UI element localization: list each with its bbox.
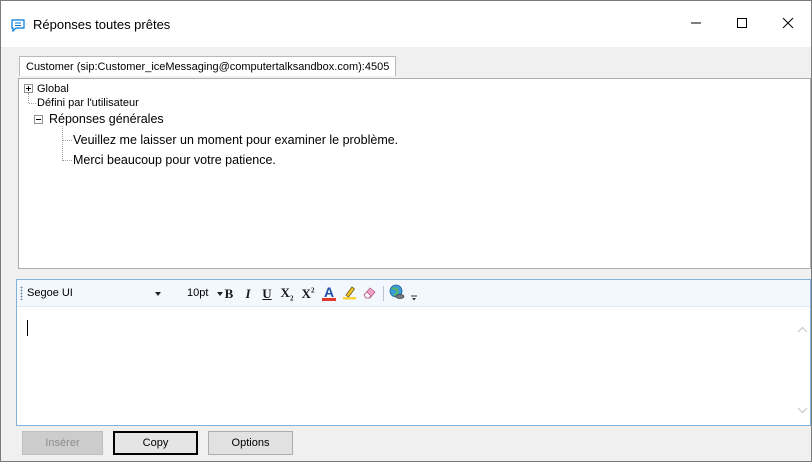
superscript-button[interactable]: X2 xyxy=(300,284,316,303)
subscript-button[interactable]: X2 xyxy=(279,284,295,303)
text-caret xyxy=(27,320,28,336)
copy-button[interactable]: Copy xyxy=(113,431,198,455)
close-button[interactable] xyxy=(765,9,811,39)
minimize-icon xyxy=(690,17,702,32)
dialog-window: Réponses toutes prêtes Customer (sip:Cus… xyxy=(0,0,812,462)
underline-icon: U xyxy=(262,285,272,301)
tab-customer-session[interactable]: Customer (sip:Customer_iceMessaging@comp… xyxy=(19,56,397,76)
font-color-icon: A xyxy=(322,284,336,301)
scroll-up-icon[interactable] xyxy=(797,322,808,336)
overflow-icon xyxy=(410,290,418,306)
superscript-icon: X2 xyxy=(301,285,315,301)
font-family-select[interactable]: Segoe UI xyxy=(27,285,177,302)
maximize-button[interactable] xyxy=(719,9,765,39)
font-color-button[interactable]: A xyxy=(321,284,337,303)
highlight-button[interactable] xyxy=(342,284,358,303)
tree-connector xyxy=(28,93,29,103)
eraser-icon xyxy=(362,284,378,304)
collapse-minus-icon[interactable] xyxy=(34,115,43,124)
font-family-value: Segoe UI xyxy=(27,287,73,299)
italic-button[interactable]: I xyxy=(241,284,255,303)
chevron-down-icon xyxy=(155,292,161,296)
bold-button[interactable]: B xyxy=(222,284,236,303)
chat-bubble-icon xyxy=(11,19,25,33)
vertical-scrollbar[interactable] xyxy=(794,308,810,425)
underline-button[interactable]: U xyxy=(260,284,274,303)
tree-connector xyxy=(29,103,36,104)
minimize-button[interactable] xyxy=(673,9,719,39)
tree-connector xyxy=(63,140,72,141)
toolbar-overflow-button[interactable] xyxy=(409,292,419,304)
insert-link-button[interactable] xyxy=(388,284,406,303)
window-title: Réponses toutes prêtes xyxy=(33,17,171,32)
scroll-down-icon[interactable] xyxy=(797,403,808,417)
highlight-icon xyxy=(342,284,358,304)
font-size-value: 10pt xyxy=(187,287,209,299)
toolbar-separator xyxy=(383,286,384,301)
title-bar: Réponses toutes prêtes xyxy=(1,1,811,47)
insert-link-icon xyxy=(388,284,406,304)
eraser-button[interactable] xyxy=(362,284,378,303)
tree-node-response[interactable]: Veuillez me laisser un moment pour exami… xyxy=(73,133,398,147)
close-icon xyxy=(782,17,794,32)
toolbar-grip-icon[interactable] xyxy=(20,286,23,300)
format-toolbar: Segoe UI 10pt B I U X2 X2 A xyxy=(17,280,810,307)
tree-node-general-responses[interactable]: Réponses générales xyxy=(49,112,164,126)
tree-node-user-defined[interactable]: Défini par l'utilisateur xyxy=(37,96,139,110)
italic-icon: I xyxy=(245,285,251,301)
tree-connector xyxy=(62,126,63,161)
tree-node-global[interactable]: Global xyxy=(37,82,69,96)
expand-plus-icon[interactable] xyxy=(24,84,33,93)
rich-text-editor: Segoe UI 10pt B I U X2 X2 A xyxy=(16,279,811,426)
bold-icon: B xyxy=(224,285,234,301)
tree-node-response[interactable]: Merci beaucoup pour votre patience. xyxy=(73,153,276,167)
tab-strip: Customer (sip:Customer_iceMessaging@comp… xyxy=(1,47,811,76)
message-text-area[interactable] xyxy=(17,308,796,425)
maximize-icon xyxy=(736,17,748,32)
subscript-icon: X2 xyxy=(280,284,294,303)
tree-connector xyxy=(63,160,72,161)
options-button[interactable]: Options xyxy=(208,431,293,455)
responses-tree[interactable]: Global Défini par l'utilisateur Réponses… xyxy=(18,78,811,269)
splitter[interactable] xyxy=(18,269,811,278)
insert-button[interactable]: Insérer xyxy=(22,431,103,455)
